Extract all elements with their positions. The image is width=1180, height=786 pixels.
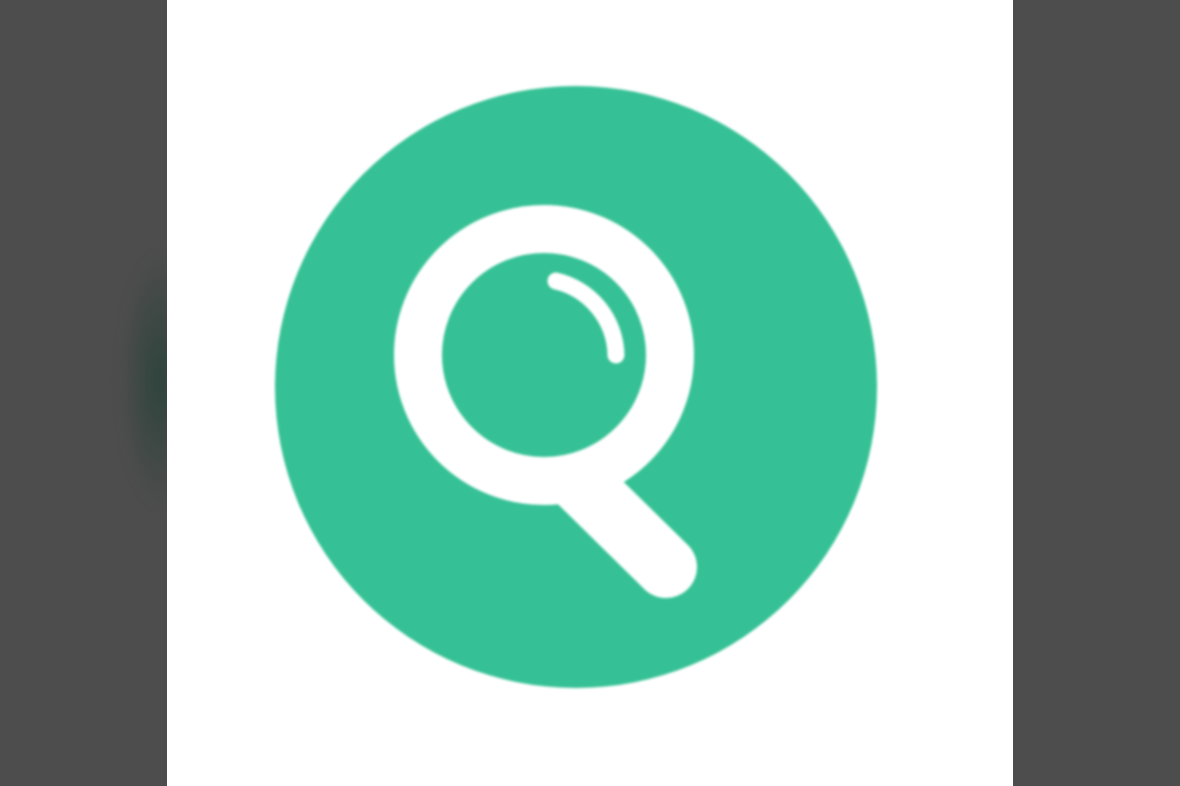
viewer-backdrop-right	[1013, 0, 1180, 786]
search-icon	[274, 85, 878, 689]
magnifier-ring	[394, 205, 694, 505]
search-icon-graphic	[275, 86, 877, 688]
image-panel	[167, 0, 1013, 786]
